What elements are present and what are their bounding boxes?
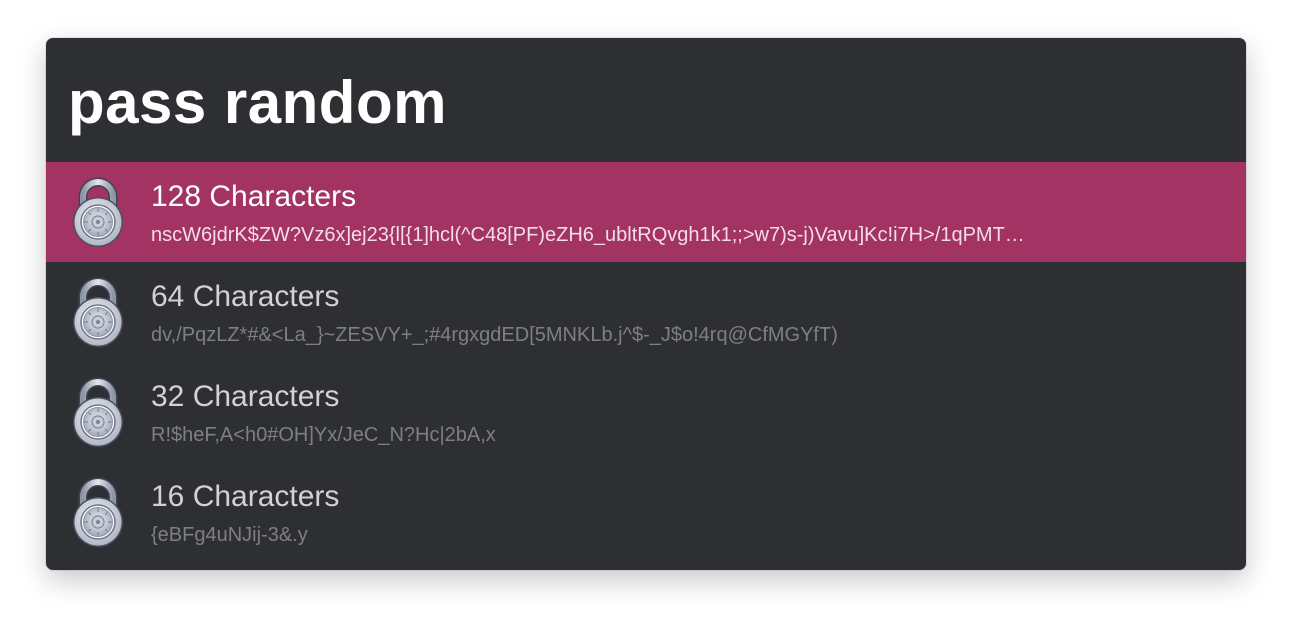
result-title: 64 Characters xyxy=(151,280,340,313)
results-list: 128 Characters nscW6jdrK$ZW?Vz6x]ej23{l[… xyxy=(46,162,1246,562)
padlock-icon xyxy=(68,375,128,449)
result-password: {eBFg4uNJij-3&.y xyxy=(151,524,308,546)
padlock-icon xyxy=(68,475,128,549)
result-password: nscW6jdrK$ZW?Vz6x]ej23{l[{1]hcl(^C48[PF)… xyxy=(151,224,1025,246)
search-bar xyxy=(46,38,1246,162)
result-title: 16 Characters xyxy=(151,480,340,513)
padlock-icon xyxy=(68,275,128,349)
launcher-window: 128 Characters nscW6jdrK$ZW?Vz6x]ej23{l[… xyxy=(46,38,1246,570)
result-password: dv,/PqzLZ*#&<La_}~ZESVY+_;#4rgxgdED[5MNK… xyxy=(151,324,838,346)
result-title: 128 Characters xyxy=(151,180,357,213)
result-row-16-characters[interactable]: 16 Characters {eBFg4uNJij-3&.y xyxy=(46,462,1246,562)
result-title: 32 Characters xyxy=(151,380,340,413)
result-row-64-characters[interactable]: 64 Characters dv,/PqzLZ*#&<La_}~ZESVY+_;… xyxy=(46,262,1246,362)
result-row-32-characters[interactable]: 32 Characters R!$heF,A<h0#OH]Yx/JeC_N?Hc… xyxy=(46,362,1246,462)
search-input[interactable] xyxy=(68,60,1218,144)
result-row-128-characters[interactable]: 128 Characters nscW6jdrK$ZW?Vz6x]ej23{l[… xyxy=(46,162,1246,262)
result-password: R!$heF,A<h0#OH]Yx/JeC_N?Hc|2bA,x xyxy=(151,424,496,446)
padlock-icon xyxy=(68,175,128,249)
